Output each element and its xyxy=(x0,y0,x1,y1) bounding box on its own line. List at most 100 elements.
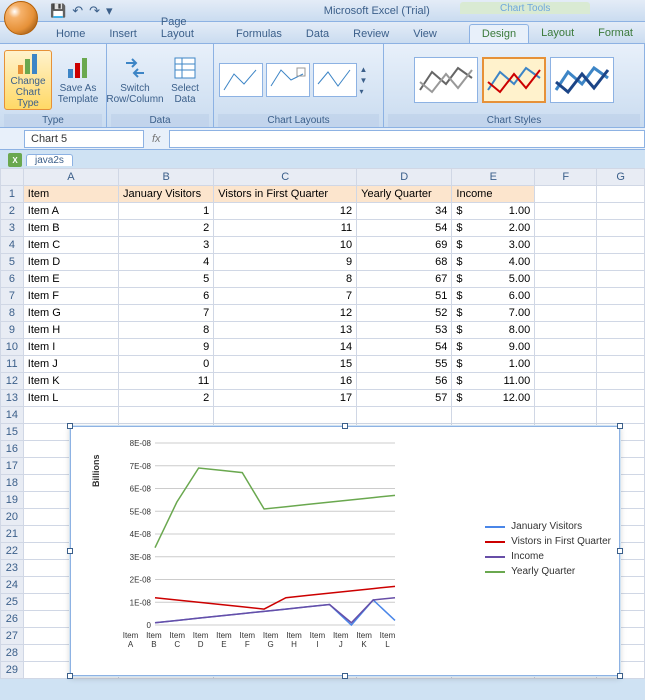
change-chart-type-button[interactable]: Change Chart Type xyxy=(4,50,52,110)
cell[interactable]: Item J xyxy=(23,356,118,373)
cell[interactable] xyxy=(535,390,597,407)
cell[interactable] xyxy=(535,373,597,390)
chart-layout-3[interactable] xyxy=(313,63,357,97)
cell[interactable] xyxy=(535,322,597,339)
cell[interactable]: 13 xyxy=(214,322,357,339)
row-header[interactable]: 4 xyxy=(1,237,24,254)
cell[interactable]: 51 xyxy=(357,288,452,305)
cell[interactable] xyxy=(597,322,645,339)
office-orb-button[interactable] xyxy=(4,1,38,35)
cell[interactable] xyxy=(535,288,597,305)
layouts-down-icon[interactable]: ▼ xyxy=(360,76,372,85)
chart-handle[interactable] xyxy=(617,548,623,554)
cell[interactable] xyxy=(357,407,452,424)
cell[interactable]: 7 xyxy=(119,305,214,322)
row-header[interactable]: 1 xyxy=(1,186,24,203)
cell[interactable]: $1.00 xyxy=(452,356,535,373)
cell[interactable] xyxy=(535,237,597,254)
tab-format[interactable]: Format xyxy=(586,24,645,43)
row-header[interactable]: 25 xyxy=(1,594,24,611)
tab-insert[interactable]: Insert xyxy=(97,25,149,43)
col-header-B[interactable]: B xyxy=(119,169,214,186)
cell[interactable] xyxy=(452,407,535,424)
row-header[interactable]: 24 xyxy=(1,577,24,594)
cell[interactable] xyxy=(535,305,597,322)
cell[interactable]: 6 xyxy=(119,288,214,305)
row-header[interactable]: 16 xyxy=(1,441,24,458)
cell[interactable]: $4.00 xyxy=(452,254,535,271)
row-header[interactable]: 6 xyxy=(1,271,24,288)
chart-style-3[interactable] xyxy=(550,57,614,103)
cell[interactable]: 5 xyxy=(119,271,214,288)
cell[interactable]: 12 xyxy=(214,305,357,322)
cell[interactable]: 15 xyxy=(214,356,357,373)
cell[interactable] xyxy=(597,407,645,424)
tab-formulas[interactable]: Formulas xyxy=(224,25,294,43)
row-header[interactable]: 20 xyxy=(1,509,24,526)
undo-icon[interactable]: ↶ xyxy=(72,3,83,19)
cell[interactable] xyxy=(597,288,645,305)
chart-style-1[interactable] xyxy=(414,57,478,103)
row-header[interactable]: 3 xyxy=(1,220,24,237)
cell[interactable]: $5.00 xyxy=(452,271,535,288)
layouts-more-icon[interactable]: ▾ xyxy=(360,87,372,96)
chart-style-2[interactable] xyxy=(482,57,546,103)
cell[interactable]: Item D xyxy=(23,254,118,271)
cell[interactable] xyxy=(597,271,645,288)
chart-handle[interactable] xyxy=(67,548,73,554)
cell[interactable]: 34 xyxy=(357,203,452,220)
cell[interactable]: Item I xyxy=(23,339,118,356)
cell[interactable]: Item C xyxy=(23,237,118,254)
cell[interactable]: 8 xyxy=(214,271,357,288)
cell[interactable]: 3 xyxy=(119,237,214,254)
row-header[interactable]: 28 xyxy=(1,645,24,662)
row-header[interactable]: 29 xyxy=(1,662,24,679)
select-all-corner[interactable] xyxy=(1,169,24,186)
cell[interactable]: 69 xyxy=(357,237,452,254)
cell[interactable]: Item G xyxy=(23,305,118,322)
save-icon[interactable]: 💾 xyxy=(50,3,66,19)
cell[interactable] xyxy=(535,339,597,356)
cell[interactable]: 68 xyxy=(357,254,452,271)
row-header[interactable]: 26 xyxy=(1,611,24,628)
cell[interactable] xyxy=(597,390,645,407)
col-header-A[interactable]: A xyxy=(23,169,118,186)
layouts-up-icon[interactable]: ▲ xyxy=(360,65,372,74)
cell[interactable]: $12.00 xyxy=(452,390,535,407)
tab-home[interactable]: Home xyxy=(44,25,97,43)
cell[interactable] xyxy=(535,186,597,203)
fx-icon[interactable]: fx xyxy=(152,133,161,145)
tab-design[interactable]: Design xyxy=(469,24,529,43)
col-header-F[interactable]: F xyxy=(535,169,597,186)
cell[interactable]: 0 xyxy=(119,356,214,373)
name-box[interactable] xyxy=(24,130,144,148)
cell[interactable]: 17 xyxy=(214,390,357,407)
row-header[interactable]: 17 xyxy=(1,458,24,475)
cell[interactable] xyxy=(597,186,645,203)
cell[interactable] xyxy=(535,271,597,288)
row-header[interactable]: 2 xyxy=(1,203,24,220)
save-as-template-button[interactable]: Save As Template xyxy=(54,50,102,110)
tab-page-layout[interactable]: Page Layout xyxy=(149,13,224,43)
col-header-C[interactable]: C xyxy=(214,169,357,186)
row-header[interactable]: 22 xyxy=(1,543,24,560)
row-header[interactable]: 8 xyxy=(1,305,24,322)
chart-handle[interactable] xyxy=(617,673,623,679)
row-header[interactable]: 13 xyxy=(1,390,24,407)
cell[interactable]: 9 xyxy=(119,339,214,356)
cell[interactable]: 54 xyxy=(357,220,452,237)
tab-review[interactable]: Review xyxy=(341,25,401,43)
cell[interactable]: 55 xyxy=(357,356,452,373)
cell[interactable] xyxy=(597,254,645,271)
cell[interactable]: $6.00 xyxy=(452,288,535,305)
cell[interactable]: 57 xyxy=(357,390,452,407)
cell[interactable]: Item L xyxy=(23,390,118,407)
cell[interactable]: Item xyxy=(23,186,118,203)
cell[interactable]: 67 xyxy=(357,271,452,288)
cell[interactable]: Item B xyxy=(23,220,118,237)
row-header[interactable]: 14 xyxy=(1,407,24,424)
tab-layout[interactable]: Layout xyxy=(529,24,586,43)
cell[interactable]: Item E xyxy=(23,271,118,288)
formula-input[interactable] xyxy=(169,130,645,148)
chart-handle[interactable] xyxy=(342,673,348,679)
